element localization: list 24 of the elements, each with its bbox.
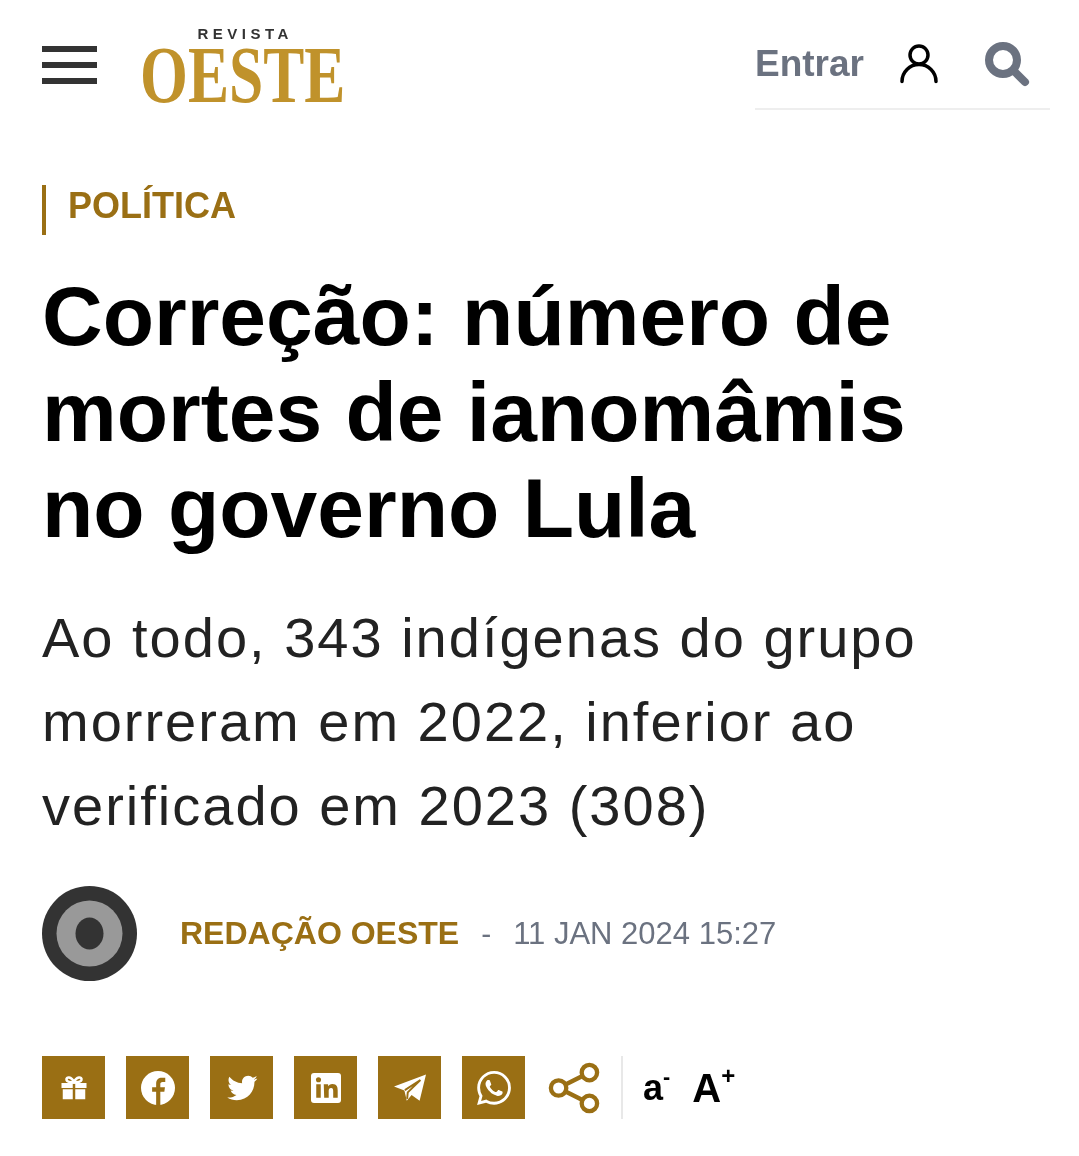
linkedin-icon [310,1072,341,1103]
logo-wordmark[interactable]: OESTE [140,44,346,105]
twitter-button[interactable] [210,1056,273,1119]
logo-kicker: REVISTA [196,25,293,42]
article-subtitle: Ao todo, 343 indígenas do grupo morreram em 2022, inferior ao verificado em 2023 (308) [42,605,918,839]
whatsapp-button[interactable] [462,1056,525,1119]
login-link[interactable]: Entrar [755,43,864,85]
whatsapp-icon [476,1070,511,1105]
gift-button[interactable] [42,1056,105,1119]
font-increase-button[interactable]: A$^{+}$ [692,1067,736,1108]
publish-date: 11 JAN 2024 15:27 [513,915,777,952]
share-icon[interactable] [548,1061,600,1114]
avatar-icon [42,886,137,981]
author-name[interactable]: REDAÇÃO OESTE [180,915,460,952]
user-icon[interactable] [899,44,939,84]
article-title: Correção: número de mortes de ianomâmis no governo Lula [42,268,907,556]
linkedin-button[interactable] [294,1056,357,1119]
byline-separator: - [481,916,492,951]
telegram-button[interactable] [378,1056,441,1119]
menu-icon[interactable] [42,46,97,84]
font-decrease-button[interactable]: a$^{-}$ [643,1069,671,1106]
search-icon[interactable] [984,41,1030,87]
facebook-icon [140,1070,175,1105]
facebook-button[interactable] [126,1056,189,1119]
